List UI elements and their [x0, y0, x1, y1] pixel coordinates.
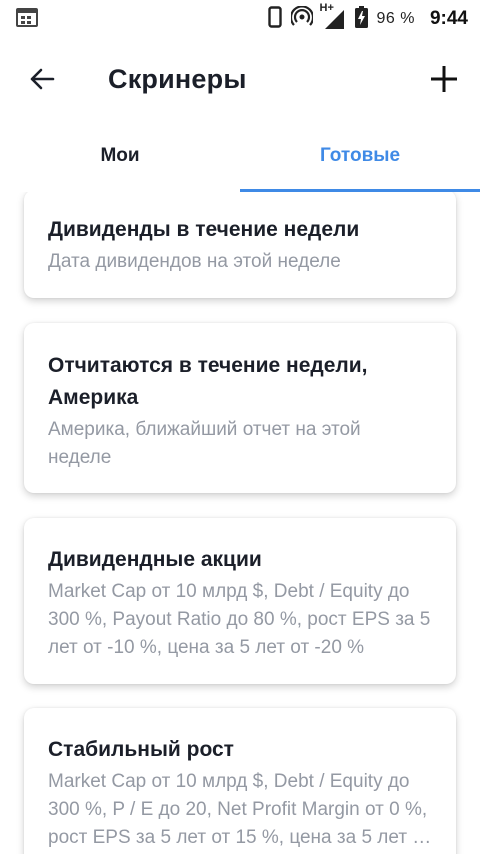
- screener-description: Америка, ближайший отчет на этой неделе: [48, 419, 361, 468]
- arrow-back-icon: [30, 68, 55, 90]
- status-left: [16, 7, 268, 32]
- screener-card[interactable]: Дивиденды в течение недели Дата дивиденд…: [24, 192, 456, 298]
- status-bar: H+ 96 % 9:44: [0, 0, 480, 38]
- screener-card[interactable]: Дивидендные акции Market Cap от 10 млрд …: [24, 518, 456, 684]
- screener-title: Стабильный рост: [48, 738, 234, 761]
- screener-card[interactable]: Стабильный рост Market Cap от 10 млрд $,…: [24, 708, 456, 854]
- screener-card[interactable]: Отчитаются в течение недели, Америка Аме…: [24, 323, 456, 493]
- plus-icon: [431, 66, 457, 92]
- tab-my[interactable]: Мои: [0, 120, 240, 192]
- app-bar: Скринеры: [0, 38, 480, 120]
- status-right: H+ 96 % 9:44: [267, 2, 468, 33]
- tab-bar: Мои Готовые: [0, 120, 480, 192]
- screener-title: Дивидендные акции: [48, 548, 262, 571]
- screener-title: Отчитаются в течение недели, Америка: [48, 354, 368, 409]
- phone-icon: [267, 5, 282, 33]
- screener-list[interactable]: Дивиденды в течение недели Дата дивиденд…: [0, 192, 480, 854]
- battery-icon: [354, 5, 368, 33]
- hotspot-icon: [289, 4, 314, 33]
- screener-description: Дата дивидендов на этой неделе: [48, 251, 341, 272]
- page-title: Скринеры: [108, 63, 247, 94]
- calendar-notification-icon: [16, 7, 38, 32]
- back-button[interactable]: [18, 55, 66, 103]
- screener-description: Market Cap от 10 млрд $, Debt / Equity д…: [48, 771, 432, 848]
- screener-title: Дивиденды в течение недели: [48, 218, 360, 241]
- screener-description: Market Cap от 10 млрд $, Debt / Equity д…: [48, 581, 431, 658]
- battery-percent: 96 %: [376, 10, 415, 27]
- tab-ready[interactable]: Готовые: [240, 120, 480, 192]
- add-screener-button[interactable]: [420, 55, 468, 103]
- clock: 9:44: [429, 8, 468, 29]
- signal-icon: H+: [320, 2, 346, 30]
